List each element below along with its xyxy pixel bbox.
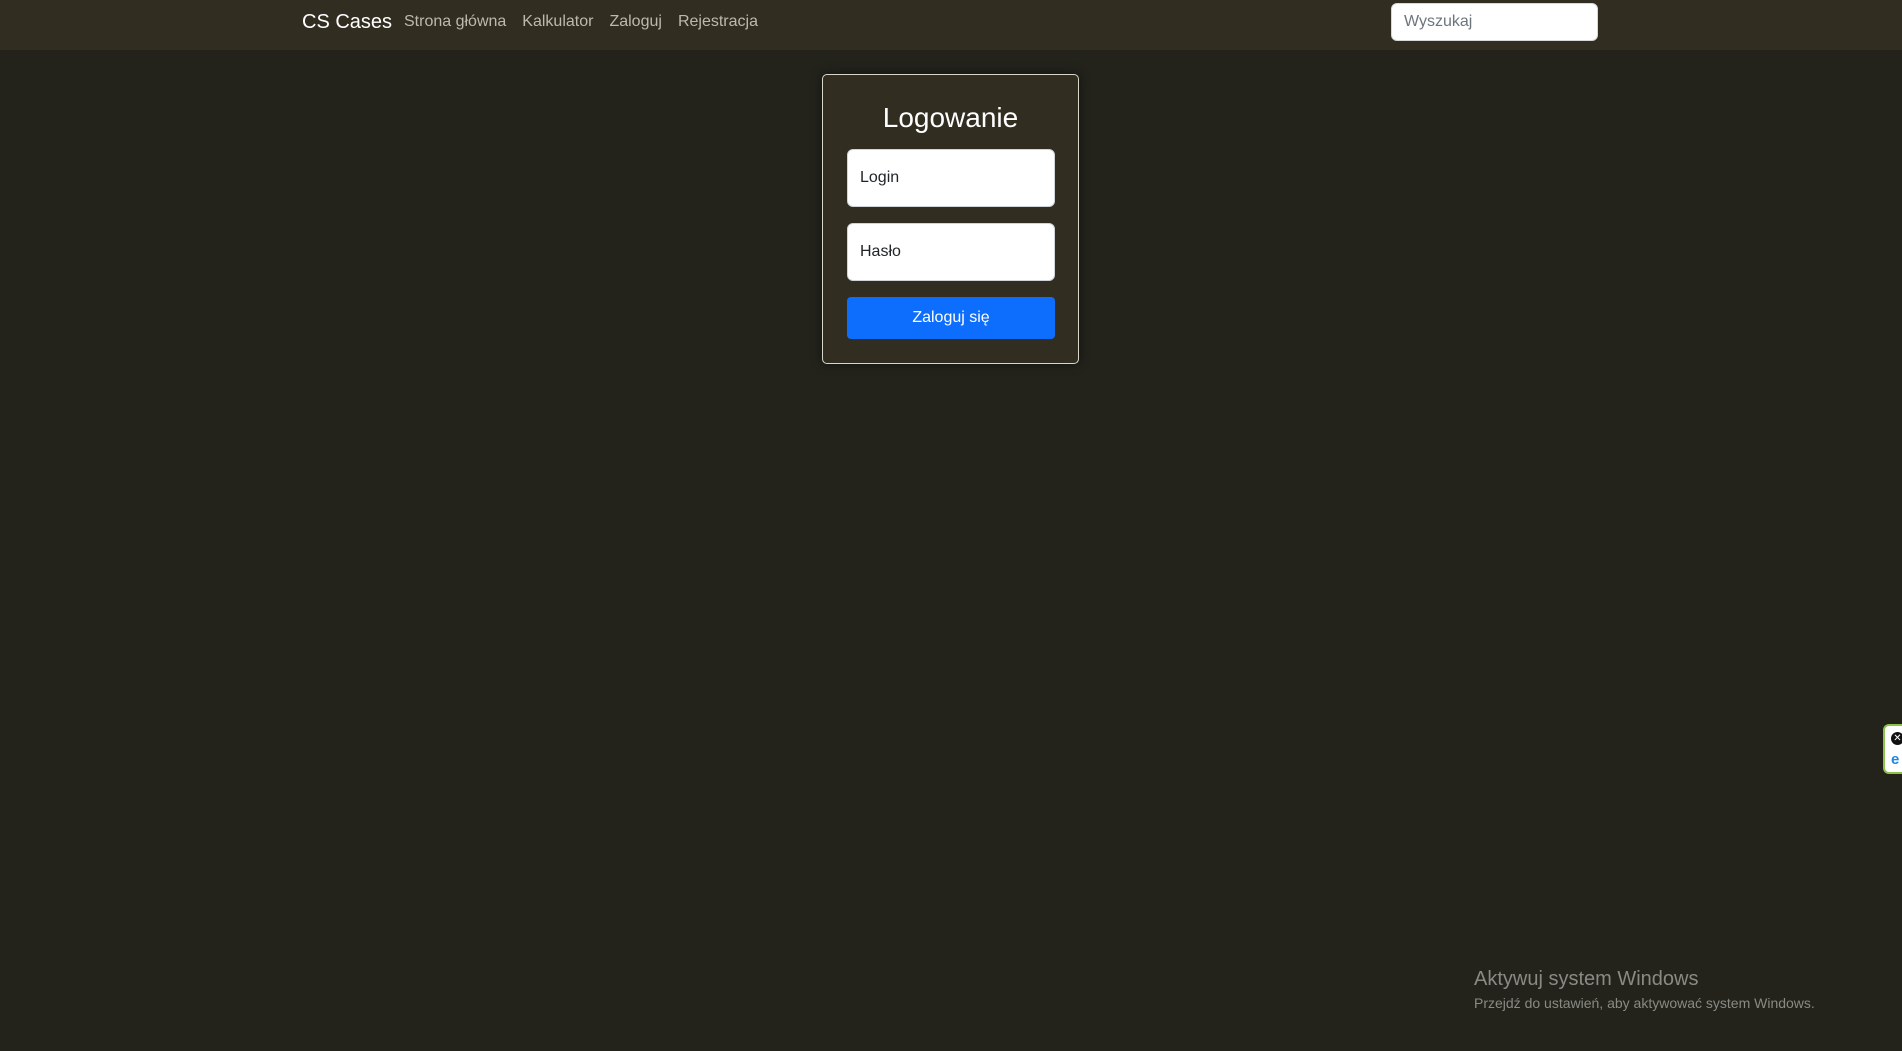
- extension-widget: ✕ e: [1883, 724, 1902, 774]
- activation-subtitle: Przejdź do ustawień, aby aktywować syste…: [1474, 995, 1815, 1011]
- search-input[interactable]: [1391, 3, 1598, 41]
- nav-link-register[interactable]: Rejestracja: [678, 12, 758, 32]
- nav-link-home[interactable]: Strona główna: [404, 12, 506, 32]
- extension-logo-icon[interactable]: e: [1891, 752, 1902, 768]
- navbar: CS Cases Strona główna Kalkulator Zalogu…: [0, 0, 1902, 50]
- password-input[interactable]: [847, 223, 1055, 281]
- login-input[interactable]: [847, 149, 1055, 207]
- login-submit-button[interactable]: Zaloguj się: [847, 297, 1055, 339]
- brand-link[interactable]: CS Cases: [302, 10, 392, 34]
- login-card: Logowanie Zaloguj się: [822, 74, 1079, 364]
- login-title: Logowanie: [882, 102, 1019, 133]
- windows-activation-watermark: Aktywuj system Windows Przejdź do ustawi…: [1474, 967, 1815, 1013]
- close-icon[interactable]: ✕: [1891, 732, 1902, 745]
- activation-title: Aktywuj system Windows: [1474, 968, 1699, 990]
- nav-link-calculator[interactable]: Kalkulator: [522, 12, 593, 32]
- nav-links: Strona główna Kalkulator Zaloguj Rejestr…: [404, 12, 758, 32]
- nav-link-login[interactable]: Zaloguj: [609, 12, 661, 32]
